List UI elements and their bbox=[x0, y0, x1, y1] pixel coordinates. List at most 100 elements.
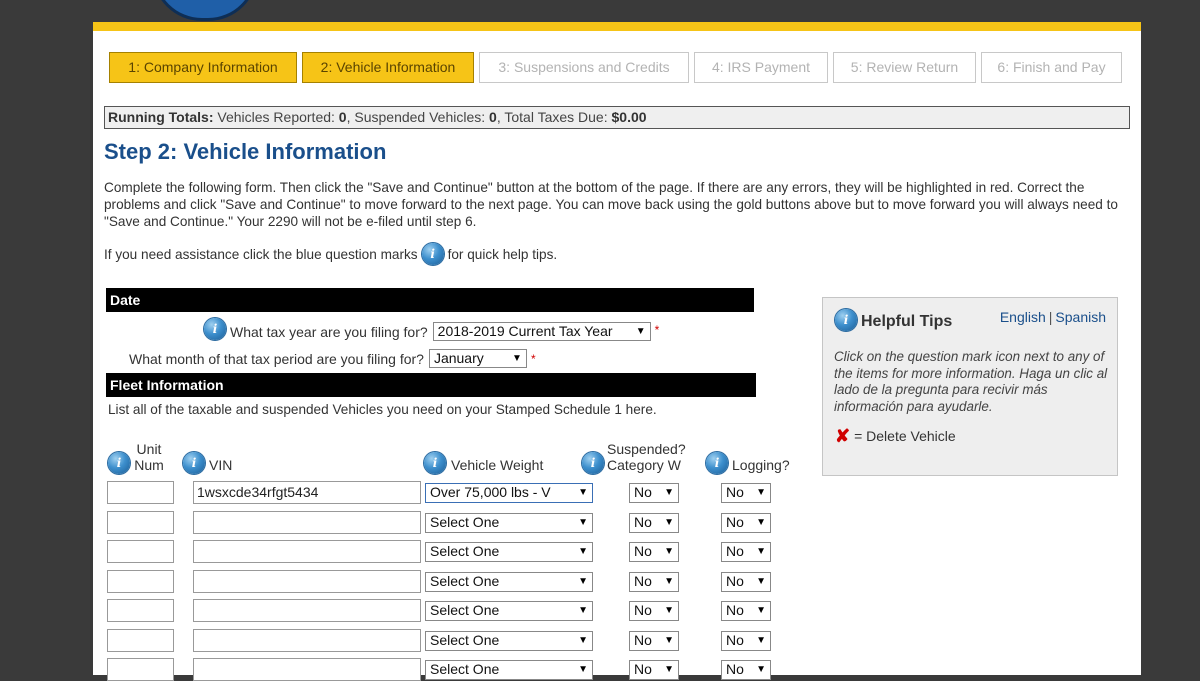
suspended-select[interactable]: No ▼ bbox=[629, 660, 679, 680]
vehicle-weight-select[interactable]: Select One ▼ bbox=[425, 572, 593, 592]
logging-select[interactable]: No ▼ bbox=[721, 542, 771, 562]
vin-input[interactable]: 1wsxcde34rfgt5434 bbox=[193, 481, 421, 504]
vehicle-weight-select[interactable]: Select One ▼ bbox=[425, 660, 593, 680]
vin-input[interactable] bbox=[193, 511, 421, 534]
logging-select[interactable]: No ▼ bbox=[721, 601, 771, 621]
suspended-value: No bbox=[634, 573, 652, 589]
chevron-down-icon: ▼ bbox=[578, 605, 588, 616]
unit-num-input[interactable] bbox=[107, 599, 174, 622]
tax-year-label: What tax year are you filing for? bbox=[230, 324, 428, 340]
vin-help-icon[interactable]: i bbox=[183, 452, 205, 474]
tax-month-select[interactable]: January ▼ bbox=[428, 349, 527, 368]
suspended-select[interactable]: No ▼ bbox=[629, 483, 679, 503]
english-link[interactable]: English bbox=[1000, 309, 1046, 325]
logging-select[interactable]: No ▼ bbox=[721, 631, 771, 651]
logging-value: No bbox=[726, 484, 744, 500]
totals-suspended-value: 0 bbox=[489, 109, 497, 125]
logging-help-icon[interactable]: i bbox=[706, 452, 728, 474]
assist-text-before: If you need assistance click the blue qu… bbox=[104, 246, 418, 262]
unit-num-input[interactable] bbox=[107, 481, 174, 504]
step-4-button[interactable]: 4: IRS Payment bbox=[694, 52, 828, 83]
vin-input[interactable] bbox=[193, 629, 421, 652]
vehicle-weight-select[interactable]: Select One ▼ bbox=[425, 513, 593, 533]
vehicle-weight-select[interactable]: Select One ▼ bbox=[425, 542, 593, 562]
chevron-down-icon: ▼ bbox=[578, 546, 588, 557]
chevron-down-icon: ▼ bbox=[756, 517, 766, 528]
required-marker: * bbox=[530, 351, 536, 366]
delete-x-icon: ✘ bbox=[835, 426, 851, 446]
chevron-down-icon: ▼ bbox=[664, 605, 674, 616]
logging-value: No bbox=[726, 543, 744, 559]
suspended-select[interactable]: No ▼ bbox=[629, 572, 679, 592]
weight-value: Select One bbox=[430, 632, 500, 648]
fleet-note: List all of the taxable and suspended Ve… bbox=[108, 402, 657, 417]
tax-year-help-icon[interactable]: i bbox=[204, 318, 226, 340]
help-question-icon[interactable]: i bbox=[421, 243, 444, 265]
suspended-select[interactable]: No ▼ bbox=[629, 601, 679, 621]
totals-taxes-label: , Total Taxes Due: bbox=[496, 109, 612, 125]
suspended-help-icon[interactable]: i bbox=[582, 452, 604, 474]
language-separator: | bbox=[1048, 309, 1053, 325]
tax-year-select[interactable]: 2018-2019 Current Tax Year ▼ bbox=[432, 322, 651, 341]
totals-prefix: Running Totals: bbox=[108, 109, 214, 125]
main-panel: 1: Company Information 2: Vehicle Inform… bbox=[93, 22, 1141, 681]
unit-num-input[interactable] bbox=[107, 658, 174, 681]
col-header-logging: Logging? bbox=[732, 457, 790, 473]
weight-value: Select One bbox=[430, 602, 500, 618]
chevron-down-icon: ▼ bbox=[578, 576, 588, 587]
step-6-button[interactable]: 6: Finish and Pay bbox=[981, 52, 1122, 83]
step-3-button[interactable]: 3: Suspensions and Credits bbox=[479, 52, 689, 83]
step-2-button[interactable]: 2: Vehicle Information bbox=[302, 52, 474, 83]
suspended-value: No bbox=[634, 602, 652, 618]
logging-select[interactable]: No ▼ bbox=[721, 513, 771, 533]
vehicle-weight-select[interactable]: Select One ▼ bbox=[425, 631, 593, 651]
totals-taxes-value: $0.00 bbox=[611, 109, 647, 125]
logging-value: No bbox=[726, 573, 744, 589]
vin-input[interactable] bbox=[193, 599, 421, 622]
page-title: Step 2: Vehicle Information bbox=[104, 139, 387, 164]
assist-text-after: for quick help tips. bbox=[447, 246, 558, 262]
weight-help-icon[interactable]: i bbox=[424, 452, 446, 474]
chevron-down-icon: ▼ bbox=[756, 487, 766, 498]
unit-num-help-icon[interactable]: i bbox=[108, 452, 130, 474]
tips-body: Click on the question mark icon next to … bbox=[834, 349, 1108, 414]
vehicle-weight-select[interactable]: Over 75,000 lbs - V ▼ bbox=[425, 483, 593, 503]
vin-input[interactable] bbox=[193, 570, 421, 593]
step-1-button[interactable]: 1: Company Information bbox=[109, 52, 297, 83]
tips-title: i Helpful Tips bbox=[835, 309, 952, 331]
step-5-button[interactable]: 5: Review Return bbox=[833, 52, 976, 83]
tax-year-row: i What tax year are you filing for? 2018… bbox=[204, 317, 659, 341]
suspended-select[interactable]: No ▼ bbox=[629, 542, 679, 562]
logging-select[interactable]: No ▼ bbox=[721, 660, 771, 680]
vin-input[interactable] bbox=[193, 658, 421, 681]
chevron-down-icon: ▼ bbox=[664, 576, 674, 587]
unit-num-input[interactable] bbox=[107, 570, 174, 593]
suspended-select[interactable]: No ▼ bbox=[629, 631, 679, 651]
chevron-down-icon: ▼ bbox=[756, 664, 766, 675]
running-totals: Running Totals: Vehicles Reported: 0, Su… bbox=[104, 106, 1130, 129]
language-switcher: English | Spanish bbox=[1000, 309, 1106, 325]
totals-vehicles-value: 0 bbox=[338, 109, 347, 125]
chevron-down-icon: ▼ bbox=[578, 635, 588, 646]
vin-input[interactable] bbox=[193, 540, 421, 563]
col-header-suspended: Suspended? Category W bbox=[607, 441, 686, 473]
vehicle-weight-select[interactable]: Select One ▼ bbox=[425, 601, 593, 621]
unit-num-input[interactable] bbox=[107, 511, 174, 534]
chevron-down-icon: ▼ bbox=[578, 664, 588, 675]
weight-value: Select One bbox=[430, 543, 500, 559]
suspended-select[interactable]: No ▼ bbox=[629, 513, 679, 533]
chevron-down-icon: ▼ bbox=[664, 635, 674, 646]
chevron-down-icon: ▼ bbox=[635, 326, 646, 337]
tax-month-value: January bbox=[433, 350, 484, 366]
logging-select[interactable]: No ▼ bbox=[721, 572, 771, 592]
delete-vehicle-label: = Delete Vehicle bbox=[854, 428, 956, 444]
unit-num-input[interactable] bbox=[107, 540, 174, 563]
assistance-note: If you need assistance click the blue qu… bbox=[104, 243, 557, 265]
logging-select[interactable]: No ▼ bbox=[721, 483, 771, 503]
chevron-down-icon: ▼ bbox=[756, 546, 766, 557]
required-marker: * bbox=[654, 323, 660, 337]
unit-num-input[interactable] bbox=[107, 629, 174, 652]
spanish-link[interactable]: Spanish bbox=[1055, 309, 1106, 325]
site-logo bbox=[152, 0, 258, 21]
suspended-value: No bbox=[634, 484, 652, 500]
